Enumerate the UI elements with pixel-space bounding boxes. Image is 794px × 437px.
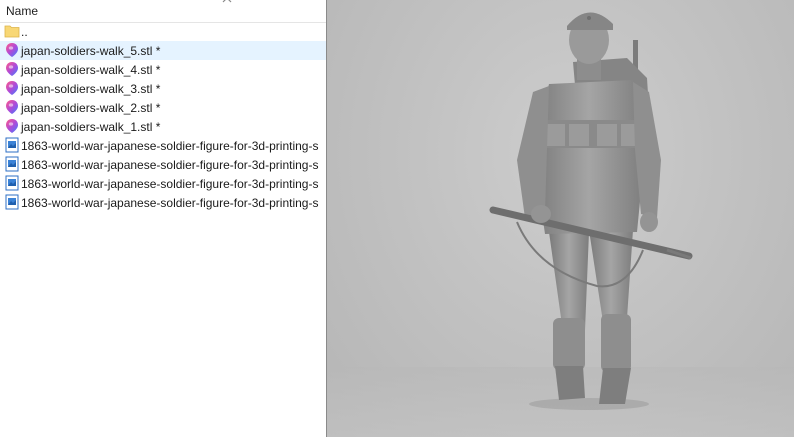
3d-model-file-icon — [4, 99, 20, 115]
image-file-icon — [4, 137, 20, 153]
image-file-icon — [4, 194, 20, 210]
3d-model-file-icon — [4, 42, 20, 58]
file-row[interactable]: 1863-world-war-japanese-soldier-figure-f… — [0, 193, 326, 212]
3d-model-viewport[interactable] — [326, 0, 794, 437]
file-list-pane: Name .. japan-soldiers-walk_5.stl * japan-… — [0, 0, 326, 437]
file-row[interactable]: japan-soldiers-walk_3.stl * — [0, 79, 326, 98]
file-name: japan-soldiers-walk_4.stl * — [21, 63, 161, 77]
file-name: japan-soldiers-walk_1.stl * — [21, 120, 161, 134]
file-row[interactable]: japan-soldiers-walk_4.stl * — [0, 60, 326, 79]
3d-model-file-icon — [4, 80, 20, 96]
folder-icon — [4, 23, 20, 39]
file-list: .. japan-soldiers-walk_5.stl * japan-soldi… — [0, 22, 326, 212]
3d-model-file-icon — [4, 118, 20, 134]
3d-model-file-icon — [4, 61, 20, 77]
column-header-label: Name — [6, 4, 39, 18]
image-file-icon — [4, 175, 20, 191]
file-name: 1863-world-war-japanese-soldier-figure-f… — [21, 139, 319, 153]
file-row[interactable]: 1863-world-war-japanese-soldier-figure-f… — [0, 174, 326, 193]
soldier-model-render — [489, 12, 693, 410]
parent-folder-row[interactable]: .. — [0, 22, 326, 41]
file-row[interactable]: japan-soldiers-walk_2.stl * — [0, 98, 326, 117]
file-name: 1863-world-war-japanese-soldier-figure-f… — [21, 196, 319, 210]
file-name: 1863-world-war-japanese-soldier-figure-f… — [21, 177, 319, 191]
image-file-icon — [4, 156, 20, 172]
file-name: japan-soldiers-walk_2.stl * — [21, 101, 161, 115]
column-header-name[interactable]: Name — [0, 0, 326, 23]
file-name: .. — [21, 25, 28, 39]
chevron-up-icon — [222, 0, 232, 3]
file-name: japan-soldiers-walk_3.stl * — [21, 82, 161, 96]
file-row[interactable]: 1863-world-war-japanese-soldier-figure-f… — [0, 155, 326, 174]
file-row[interactable]: japan-soldiers-walk_1.stl * — [0, 117, 326, 136]
file-name: japan-soldiers-walk_5.stl * — [21, 44, 161, 58]
file-row[interactable]: japan-soldiers-walk_5.stl * — [0, 41, 326, 60]
file-name: 1863-world-war-japanese-soldier-figure-f… — [21, 158, 319, 172]
file-row[interactable]: 1863-world-war-japanese-soldier-figure-f… — [0, 136, 326, 155]
